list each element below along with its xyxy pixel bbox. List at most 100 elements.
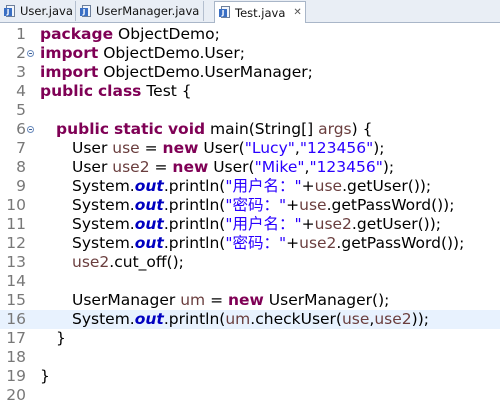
code-text: .println( [163, 177, 226, 195]
code-text: + [301, 215, 315, 233]
keyword: public [56, 120, 110, 138]
line-number: 4 [16, 82, 26, 100]
code-text: + [301, 177, 315, 195]
code-text: System.out.println("密码："+use.getPassWord… [72, 196, 454, 215]
local-variable: use [341, 310, 370, 328]
line-number: 3 [16, 63, 26, 81]
code-text: User use = new User("Lucy","123456"); [72, 139, 385, 158]
code-line: 10 System.out.println("密码："+use.getPassW… [0, 196, 500, 215]
java-file-icon: J [4, 4, 16, 18]
string-literal: "密码：" [225, 234, 287, 252]
line-number: 13 [6, 253, 26, 271]
line-number: 17 [6, 329, 26, 347]
line-number: 5 [16, 101, 26, 119]
static-field: out [134, 196, 164, 214]
keyword: new [162, 139, 199, 157]
code-line: 20 [0, 386, 500, 405]
fold-icon[interactable] [27, 50, 34, 57]
code-text: = [139, 139, 163, 157]
code-text: ); [382, 158, 395, 176]
code-text: .cut_off(); [109, 253, 184, 271]
code-text: = [205, 291, 228, 309]
fold-icon[interactable] [27, 126, 34, 133]
string-literal: "123456" [309, 158, 383, 176]
code-line: 14 [0, 272, 500, 291]
code-text: .checkUser( [250, 310, 342, 328]
code-text: .println( [163, 215, 226, 233]
code-text: Test { [141, 82, 192, 100]
string-literal: "密码：" [225, 196, 287, 214]
code-text: System.out.println("密码："+use2.getPassWor… [72, 234, 464, 253]
code-text: ObjectDemo; [113, 25, 220, 43]
code-text: } [40, 367, 50, 385]
tab-label: User.java [20, 4, 73, 18]
code-line: 17 } [0, 329, 500, 348]
keyword: public [40, 82, 94, 100]
close-icon[interactable]: ✕ [293, 7, 301, 18]
local-variable: use [112, 139, 140, 157]
local-variable: use2 [72, 253, 110, 271]
line-number: 10 [6, 196, 26, 214]
keyword: new [227, 291, 264, 309]
code-text: UserManager um = new UserManager(); [72, 291, 389, 310]
code-line: 3 import ObjectDemo.UserManager; [0, 63, 500, 82]
code-text: .getUser()); [351, 215, 441, 233]
tab-user-java[interactable]: J User.java [0, 1, 76, 21]
code-text: User [72, 139, 113, 157]
code-line: 5 [0, 101, 500, 120]
line-number: 15 [6, 291, 26, 309]
local-variable: use2 [314, 215, 352, 233]
code-text: public class Test { [40, 82, 192, 101]
keyword: new [172, 158, 209, 176]
code-line: 2 import ObjectDemo.User; [0, 44, 500, 63]
line-number: 7 [16, 139, 26, 157]
code-text: UserManager [72, 291, 181, 309]
code-text: System. [72, 177, 135, 195]
line-number: 2 [16, 44, 26, 62]
code-text: ); [373, 139, 385, 157]
code-text: System. [72, 215, 135, 233]
code-text: .println( [163, 196, 226, 214]
code-text: = [149, 158, 173, 176]
java-file-icon: J [219, 6, 231, 19]
line-number: 16 [6, 310, 26, 328]
code-text: + [286, 196, 300, 214]
tab-label: Test.java [235, 5, 286, 20]
code-editor[interactable]: 1 package ObjectDemo; 2 import ObjectDem… [0, 23, 500, 408]
tab-usermanager-java[interactable]: J UserManager.java [76, 1, 204, 21]
local-variable: use [314, 177, 343, 195]
code-line: 15 UserManager um = new UserManager(); [0, 291, 500, 310]
code-line: 7 User use = new User("Lucy","123456"); [0, 139, 500, 158]
code-text: User use2 = new User("Mike","123456"); [72, 158, 394, 177]
string-literal: "Mike" [254, 158, 305, 176]
parameter: args [318, 120, 352, 138]
code-text: System.out.println("用户名："+use2.getUser()… [72, 215, 441, 234]
line-number: 12 [6, 234, 26, 252]
string-literal: "用户名：" [225, 215, 302, 233]
code-text: UserManager(); [263, 291, 390, 309]
line-number: 9 [16, 177, 26, 195]
code-text: ObjectDemo.User; [98, 44, 245, 62]
string-literal: "123456" [299, 139, 374, 157]
local-variable: um [225, 310, 251, 328]
keyword: void [167, 120, 206, 138]
code-line: 18 [0, 348, 500, 367]
keyword: static [113, 120, 163, 138]
code-text: System. [72, 234, 135, 252]
string-literal: "Lucy" [244, 139, 295, 157]
code-text: User( [208, 158, 255, 176]
code-text: .getPassWord()); [326, 196, 455, 214]
code-text: .println( [163, 310, 226, 328]
code-line: 1 package ObjectDemo; [0, 25, 500, 44]
local-variable: um [180, 291, 206, 309]
code-text: import ObjectDemo.User; [40, 44, 245, 63]
code-text: use2.cut_off(); [72, 253, 184, 272]
code-line: 8 User use2 = new User("Mike","123456"); [0, 158, 500, 177]
tab-test-java[interactable]: J Test.java ✕ [214, 1, 306, 23]
code-text: .getUser()); [342, 177, 432, 195]
code-text: System. [72, 310, 135, 328]
code-text: )); [411, 310, 429, 328]
line-number: 1 [16, 25, 26, 43]
keyword: import [40, 63, 99, 81]
code-text: main(String[] [205, 120, 319, 138]
